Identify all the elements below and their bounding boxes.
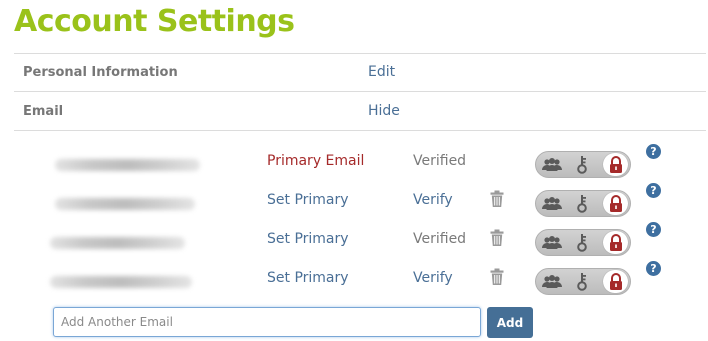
email-row: Set Primary Verified ? [0, 222, 708, 268]
lock-icon[interactable] [603, 192, 628, 215]
verified-status: Verified [413, 231, 467, 247]
verify-link[interactable]: Verify [413, 270, 453, 286]
privacy-toggle [535, 229, 631, 256]
add-email-input[interactable] [53, 307, 481, 337]
key-icon[interactable] [569, 192, 595, 215]
lock-icon[interactable] [603, 231, 628, 254]
section-label-email: Email [23, 104, 64, 119]
privacy-toggle [535, 151, 631, 178]
email-address-blurred [55, 198, 195, 210]
primary-email-label: Primary Email [267, 153, 365, 169]
help-icon[interactable]: ? [646, 222, 661, 237]
lock-icon[interactable] [603, 153, 628, 176]
section-label-personal-information: Personal Information [23, 65, 178, 80]
people-icon[interactable] [539, 153, 565, 176]
set-primary-link[interactable]: Set Primary [267, 231, 349, 247]
email-row: Set Primary Verify ? [0, 261, 708, 307]
key-icon[interactable] [569, 270, 595, 293]
help-icon[interactable]: ? [646, 183, 661, 198]
divider [14, 53, 706, 54]
set-primary-link[interactable]: Set Primary [267, 192, 349, 208]
people-icon[interactable] [539, 231, 565, 254]
key-icon[interactable] [569, 231, 595, 254]
email-row: Primary Email Verified ? [0, 144, 708, 190]
hide-email-link[interactable]: Hide [368, 103, 400, 119]
email-address-blurred [50, 276, 192, 288]
help-icon[interactable]: ? [646, 144, 661, 159]
people-icon[interactable] [539, 192, 565, 215]
trash-icon[interactable] [490, 229, 504, 247]
verify-link[interactable]: Verify [413, 192, 453, 208]
help-icon[interactable]: ? [646, 261, 661, 276]
trash-icon[interactable] [490, 268, 504, 286]
edit-personal-information-link[interactable]: Edit [368, 64, 395, 80]
key-icon[interactable] [569, 153, 595, 176]
trash-icon[interactable] [490, 190, 504, 208]
add-email-button[interactable]: Add [487, 307, 533, 338]
people-icon[interactable] [539, 270, 565, 293]
privacy-toggle [535, 190, 631, 217]
divider [14, 130, 706, 131]
privacy-toggle [535, 268, 631, 295]
divider [14, 91, 706, 92]
email-address-blurred [55, 159, 200, 171]
verified-status: Verified [413, 153, 467, 169]
email-row: Set Primary Verify ? [0, 183, 708, 229]
page-title: Account Settings [14, 4, 295, 39]
set-primary-link[interactable]: Set Primary [267, 270, 349, 286]
lock-icon[interactable] [603, 270, 628, 293]
email-address-blurred [50, 237, 185, 249]
